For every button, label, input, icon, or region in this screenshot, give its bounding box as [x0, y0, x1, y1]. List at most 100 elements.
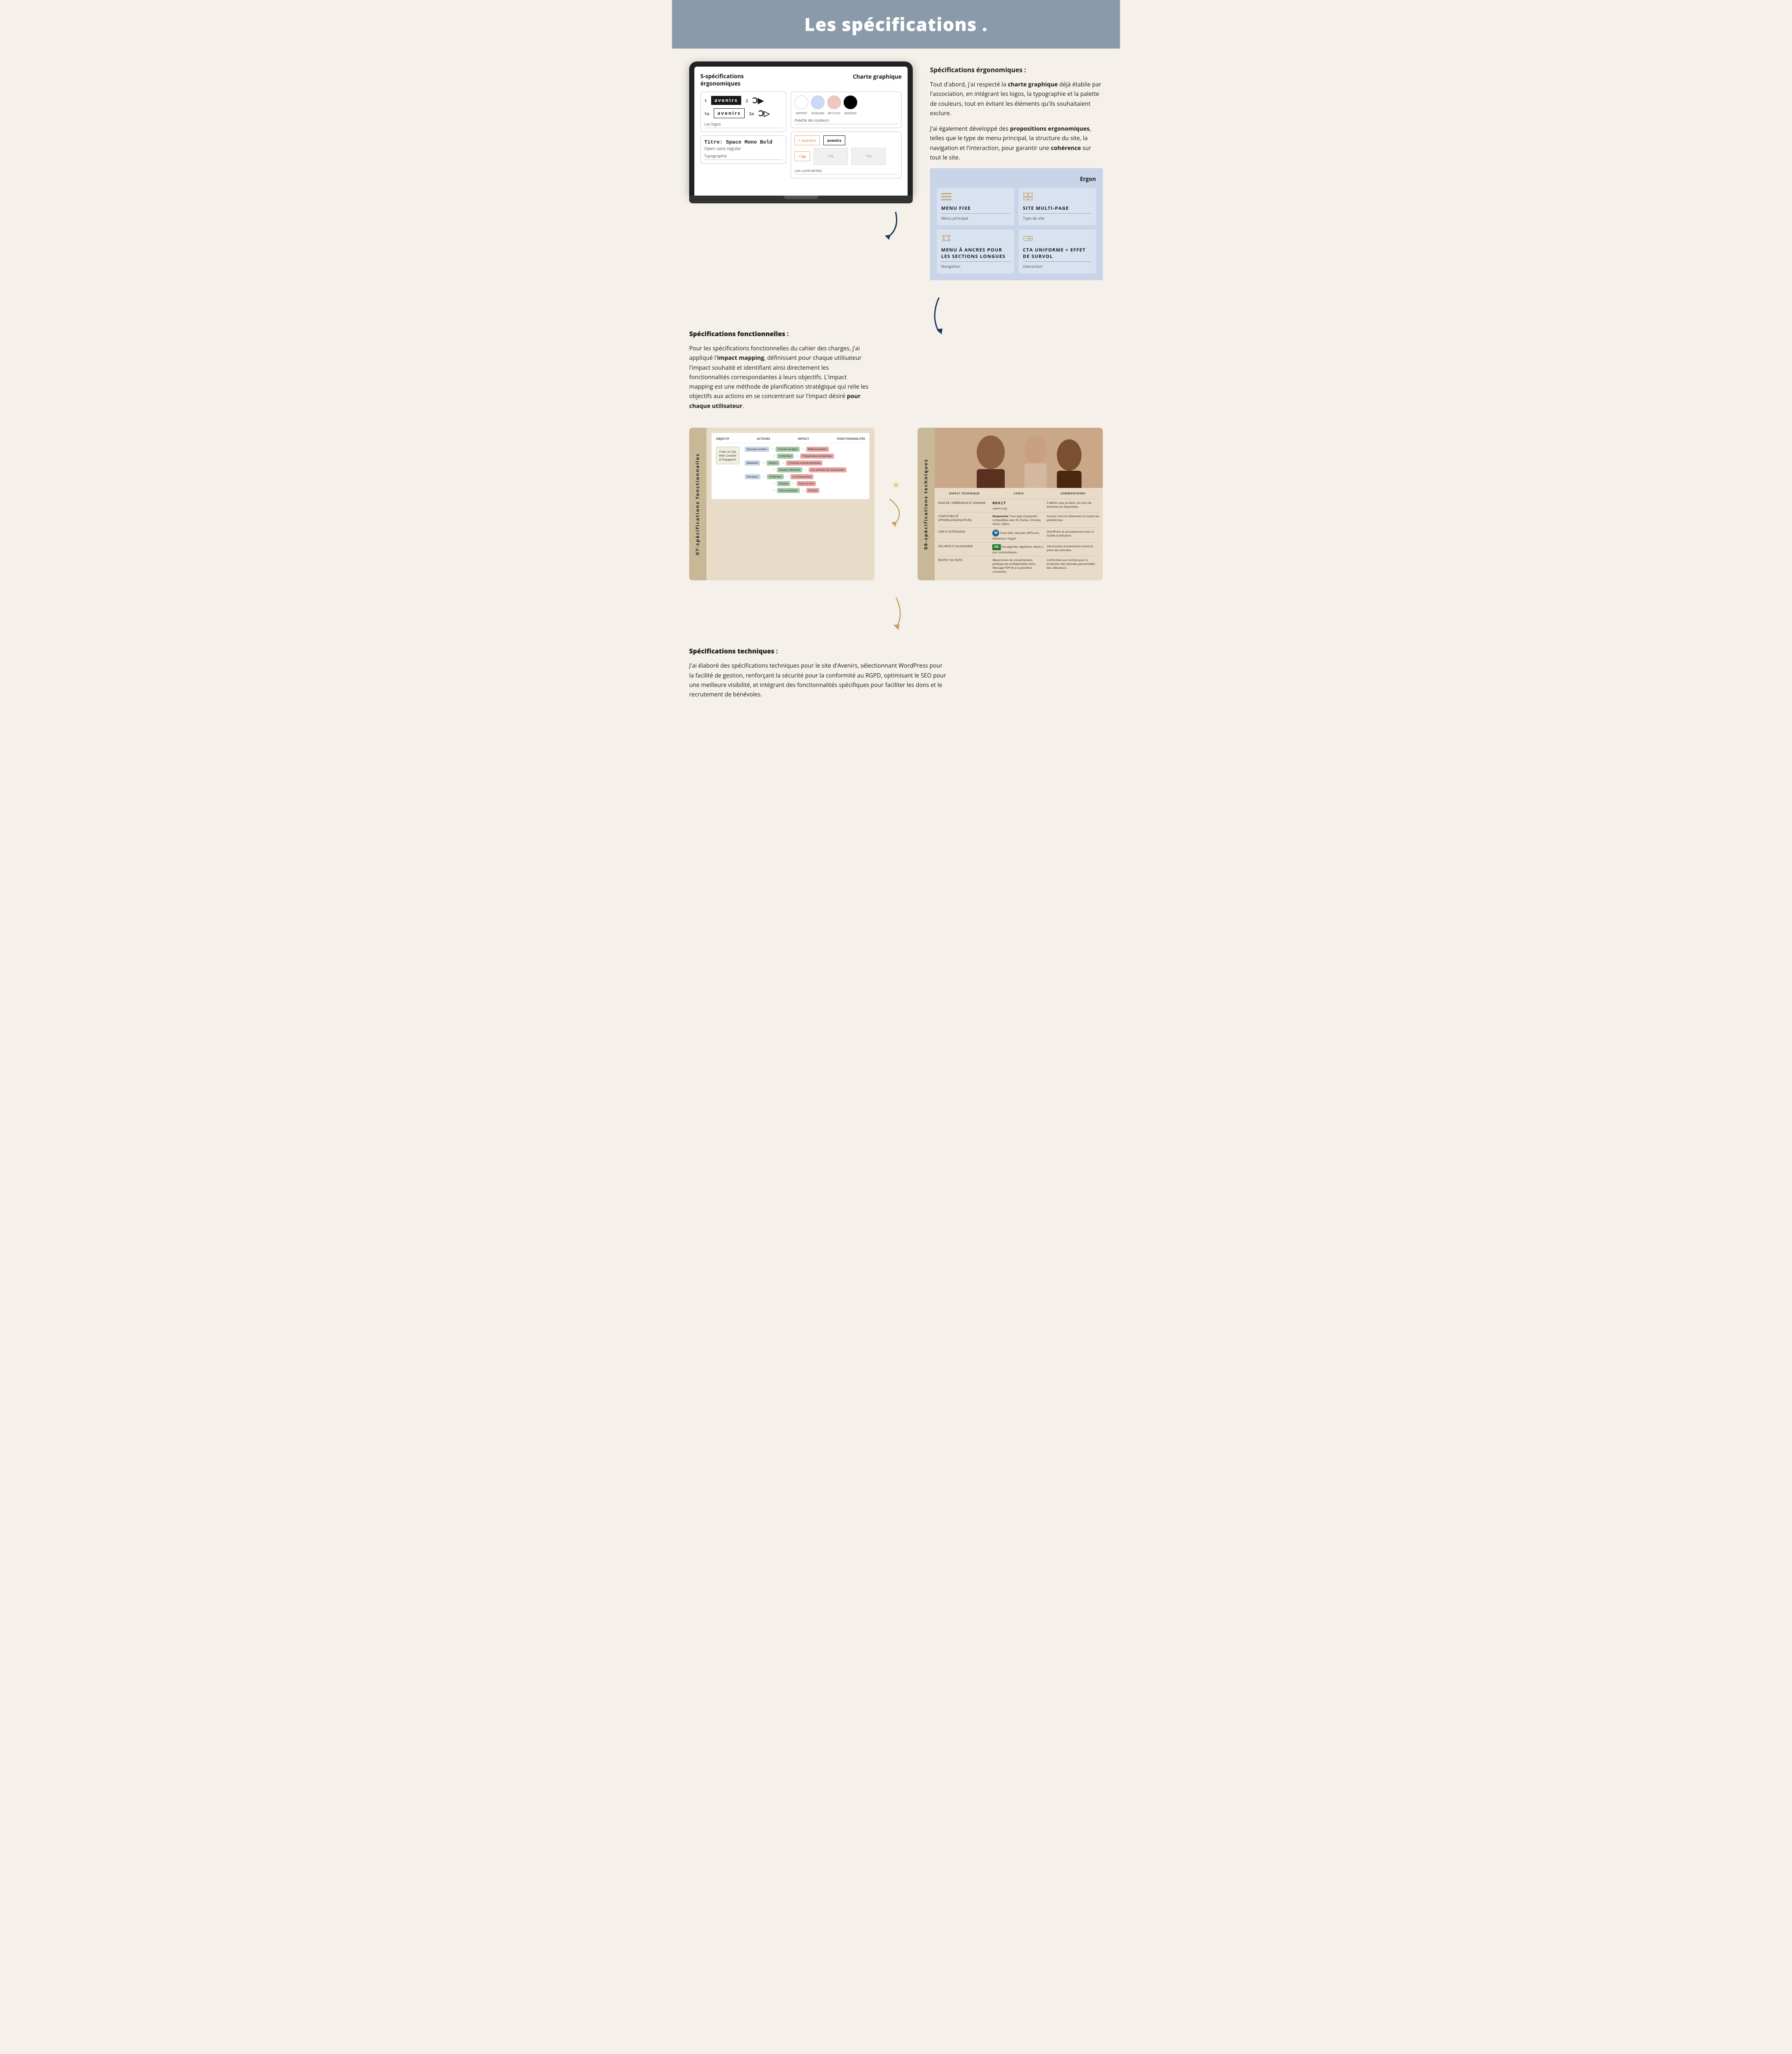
color-label-blue: #C8DAF8 [811, 112, 825, 116]
feature-contact: Contact [806, 488, 820, 493]
technical-photo [935, 428, 1103, 488]
multipage-svg-icon [1023, 192, 1033, 201]
tech-aspect-cmr: CMR ET EXTENSIONS [938, 530, 991, 540]
page-title: Les spécifications . [698, 12, 1094, 37]
tech-comment-securite: Sécurisation et prévention contre la per… [1047, 544, 1099, 554]
responsive-bold: Responsive [992, 514, 1008, 518]
node-benevole: Bénévole [745, 460, 760, 466]
functional-label-text: 07-spécifications fonctionnelles [694, 453, 701, 555]
action-devenir-benevole: Devenir bénévole [777, 467, 802, 472]
logo-avenirs-outline: avenirs [714, 108, 745, 118]
ergo-card-title: Ergon [937, 175, 1096, 183]
ergo-section: 5-spécificationsérgonomiques Charte grap… [689, 61, 1103, 280]
color-white [795, 95, 808, 109]
action-sinformer-don: S'informer [767, 474, 784, 479]
color-circles [795, 95, 898, 109]
ergo-text: Spécifications érgonomiques : Tout d'abo… [930, 61, 1103, 280]
screen-left: 1 avenirs 2 Ↄ▶ 1a avenirs 2a Ↄ▷ [700, 92, 786, 178]
technical-card-label: 08-spécifications techniques [917, 428, 935, 580]
menu-fixe-label: Menu principal [941, 213, 1010, 221]
tech-choix-securite: SSL Sauvegardes régulières. Mises à jour… [992, 544, 1045, 554]
arrow-7: → [772, 468, 775, 472]
technical-table: ASPECT TECHNIQUE CHOIX COMMENTAIRES NOM … [935, 488, 1103, 580]
diagram-line-benevole: Bénévole → Actions → S'inscrire comme bé… [745, 460, 865, 466]
main-content: 5-spécificationsérgonomiques Charte grap… [672, 49, 1120, 720]
tech-row-hebergeur: NOM DE L'HÉBERGEUR ET DOMAINE NUXiT aven… [938, 501, 1099, 512]
feature-presentation: Présentation et données [800, 454, 834, 459]
cta-icon [1023, 234, 1033, 242]
color-label-black: #000000 [844, 112, 857, 116]
functional-heading: Spécifications fonctionnelles : [689, 330, 870, 338]
logo-avenirs-dark: avenirs [711, 96, 741, 105]
typo-label: Typographie [704, 153, 782, 160]
arrow-3: → [772, 454, 775, 458]
contrainte-img-1: img [813, 148, 848, 165]
tech-row-cmr: CMR ET EXTENSIONS W Yoast SEO, Akismet, … [938, 530, 1099, 543]
arrow-8: → [804, 468, 807, 472]
contraintes-section: × avenirs avenirs ×Ↄ▶ img img Les contra… [791, 132, 902, 178]
logo-num-2: 2 [746, 98, 748, 104]
logo-a-arrow: Ↄ▶ [752, 95, 764, 106]
tech-header-row: ASPECT TECHNIQUE CHOIX COMMENTAIRES [938, 491, 1099, 499]
anchor-nav-icon [941, 234, 951, 242]
action-contact: Nous contacter [777, 488, 800, 493]
technical-card: 08-spécifications techniques [917, 428, 1103, 580]
ergo-paragraph-2: J'ai également développé des proposition… [930, 124, 1103, 162]
ergo-item-interaction: CTA UNIFORME + EFFET DE SURVOL Interacti… [1019, 230, 1096, 273]
tech-row-securite: SÉCURITÉ ET SAUVEGARDE SSL Sauvegardes r… [938, 544, 1099, 556]
diagram-objectif-box: Créer un SiteWeb Completet Engageant [716, 447, 740, 464]
arrow-11: → [772, 481, 775, 485]
photo-svg [935, 428, 1103, 488]
tech-choix-hebergeur: NUXiT avenirs.org [992, 501, 1045, 510]
cards-section: 07-spécifications fonctionnelles OBJECTI… [689, 428, 1103, 580]
arrow-9: → [762, 475, 765, 478]
color-label-white: #FFFFFF [795, 112, 808, 116]
arrow-down-svg [926, 297, 952, 336]
nuxit-logo: NUXiT [992, 501, 1006, 506]
arrow-4: → [795, 454, 798, 458]
typo-title: Titre: Space Mono Bold [704, 139, 782, 145]
contrainte-img-2: img [851, 148, 886, 165]
logos-label: Les logos [704, 121, 782, 128]
cards-separator: ★ [883, 428, 909, 580]
functional-heading-strong: Spécifications fonctionnelles [689, 330, 785, 338]
arrow-13: → [772, 488, 775, 492]
tech-heading-strong: Spécifications techniques [689, 647, 774, 656]
ergo-heading: Spécifications érgonomiques : [930, 66, 1103, 74]
technical-label-text: 08-spécifications techniques [923, 459, 929, 549]
tech-choix-cmr: W Yoast SEO, Akismet, WPForms, Elementor… [992, 530, 1045, 540]
diagram-line-sinformer: → S'informer → Présentation et données [745, 454, 865, 459]
diagram-col-objectif: OBJECTIF [716, 437, 729, 441]
action-donner: Donner [777, 481, 790, 486]
star-decoration: ★ [892, 479, 900, 491]
screen-title-left: 5-spécificationsérgonomiques [700, 73, 744, 87]
feature-financement: La Financement [790, 474, 813, 479]
functional-card-label: 07-spécifications fonctionnelles [689, 428, 706, 580]
typo-subtitle: Open sans regular [704, 145, 782, 151]
diagram-line-donateur: Donateur → S'informer → La Financement [745, 474, 865, 479]
logo-num-1: 1 [704, 98, 707, 104]
ergo-item-multipage: SITE MULTI-PAGE Type de site [1019, 188, 1096, 225]
tech-choix-rgpd: Mécanismes de consentement, politique de… [992, 558, 1045, 573]
color-label-pink: #F1C5C0 [827, 112, 841, 116]
node-donateur: Donateur [745, 474, 761, 479]
logos-section: 1 avenirs 2 Ↄ▶ 1a avenirs 2a Ↄ▷ [700, 92, 786, 132]
ergo-item-menu-fixe: MENU FIXE Menu principal [937, 188, 1014, 225]
functional-card-content: OBJECTIF ACTEURS IMPACT FONCTIONNALITÉS … [706, 428, 875, 504]
tech-aspect-securite: SÉCURITÉ ET SAUVEGARDE [938, 544, 991, 554]
contrainte-box-x-arrow: ×Ↄ▶ [795, 151, 810, 161]
multipage-icon [1023, 192, 1092, 203]
contrainte-box-avenirs-plain: avenirs [823, 135, 845, 145]
logo-num-2a: 2a [749, 110, 754, 116]
color-labels: #FFFFFF #C8DAF8 #F1C5C0 #000000 [795, 112, 898, 116]
ssl-badge: SSL [992, 544, 1001, 550]
arrow-5: → [762, 461, 765, 465]
node-nouveau-visiteur: Nouveau visiteur [745, 447, 769, 452]
contraintes-label: Les contraintes [795, 168, 898, 175]
navigation-icon [941, 234, 1010, 245]
color-blue [811, 95, 825, 109]
tech-aspect-hebergeur: NOM DE L'HÉBERGEUR ET DOMAINE [938, 501, 991, 510]
color-black [844, 95, 857, 109]
tech-comment-rgpd: Conformité aux normes pour la protection… [1047, 558, 1099, 573]
multipage-label: Type de site [1023, 213, 1092, 221]
